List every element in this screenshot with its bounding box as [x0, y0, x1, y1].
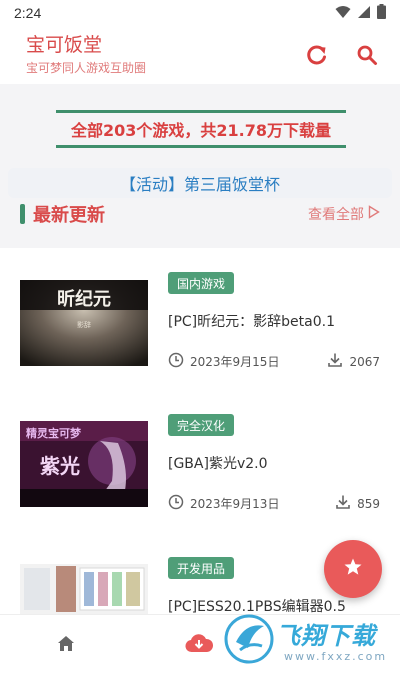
section-title: 最新更新 [33, 205, 105, 226]
game-downloads-count: 2067 [349, 354, 380, 369]
refresh-icon[interactable] [304, 42, 330, 68]
watermark-url: www.fxxz.com [284, 650, 388, 663]
battery-icon [377, 3, 386, 23]
app-header: 宝可饭堂 宝可梦同人游戏互助圈 [0, 26, 400, 84]
game-item[interactable]: 精灵宝可梦 紫光 完全汉化 [GBA]紫光v2.0 2023年9月13日 859 [0, 391, 400, 531]
nav-download[interactable] [184, 631, 214, 659]
wifi-icon [335, 4, 351, 23]
star-icon [343, 557, 363, 581]
game-thumbnail: 精灵宝可梦 紫光 [20, 421, 148, 507]
game-date-text: 2023年9月13日 [190, 497, 280, 511]
game-downloads: 859 [335, 494, 380, 513]
see-all-link[interactable]: 查看全部 [308, 204, 380, 224]
app-title: 宝可饭堂 [26, 34, 103, 56]
clock-icon [168, 494, 184, 513]
play-arrow-icon [368, 205, 380, 223]
search-icon[interactable] [354, 42, 380, 68]
section-header: 最新更新 查看全部 [20, 201, 380, 227]
favorite-fab-button[interactable] [324, 540, 382, 598]
download-icon [335, 494, 351, 513]
game-date: 2023年9月13日 [168, 494, 279, 513]
thumb-title-text: 昕纪元 [57, 288, 111, 310]
activity-text: 【活动】第三届饭堂杯 [119, 175, 280, 194]
cloud-download-icon [185, 633, 214, 657]
download-icon [327, 352, 343, 371]
activity-link[interactable]: 【活动】第三届饭堂杯 [8, 168, 392, 198]
watermark-title: 飞翔下载 [276, 622, 376, 650]
status-bar: 2:24 [0, 0, 400, 26]
section-accent-bar [20, 204, 25, 224]
game-item[interactable]: 昕纪元 影辞 国内游戏 [PC]昕纪元：影辞beta0.1 2023年9月15日… [0, 248, 400, 388]
game-tag: 开发用品 [168, 557, 235, 579]
status-time: 2:24 [14, 5, 42, 21]
game-downloads-count: 859 [357, 496, 380, 511]
title-block: 宝可饭堂 宝可梦同人游戏互助圈 [26, 34, 146, 76]
home-icon [57, 635, 75, 656]
game-title: [PC]昕纪元：影辞beta0.1 [168, 314, 335, 330]
clock-icon [168, 352, 184, 371]
app-subtitle: 宝可梦同人游戏互助圈 [26, 61, 147, 75]
stats-banner-text: 全部203个游戏，共21.78万下载量 [70, 121, 331, 140]
thumb-sub-text: 影辞 [77, 320, 91, 329]
app-screen: 2:24 宝可饭堂 宝可梦同人游戏互助圈 全部203个游戏，共21.78万下载量… [0, 0, 400, 674]
watermark: 飞翔下载 www.fxxz.com [222, 606, 400, 672]
thumb-sub-text: 精灵宝可梦 [26, 426, 82, 440]
game-date-text: 2023年9月15日 [190, 355, 280, 369]
game-tag: 国内游戏 [168, 272, 235, 294]
stats-banner: 全部203个游戏，共21.78万下载量 [56, 110, 346, 148]
thumb-title-text: 紫光 [40, 454, 80, 478]
game-thumbnail: 昕纪元 影辞 [20, 280, 148, 366]
header-actions [304, 42, 380, 68]
game-date: 2023年9月15日 [168, 352, 279, 371]
game-thumbnail [20, 564, 148, 614]
game-downloads: 2067 [327, 352, 380, 371]
game-tag: 完全汉化 [168, 414, 235, 436]
game-title: [GBA]紫光v2.0 [168, 456, 268, 472]
watermark-logo-icon [224, 614, 274, 664]
see-all-label: 查看全部 [308, 207, 364, 223]
status-icons [335, 3, 386, 23]
signal-icon [357, 4, 371, 23]
nav-home[interactable] [52, 631, 80, 659]
